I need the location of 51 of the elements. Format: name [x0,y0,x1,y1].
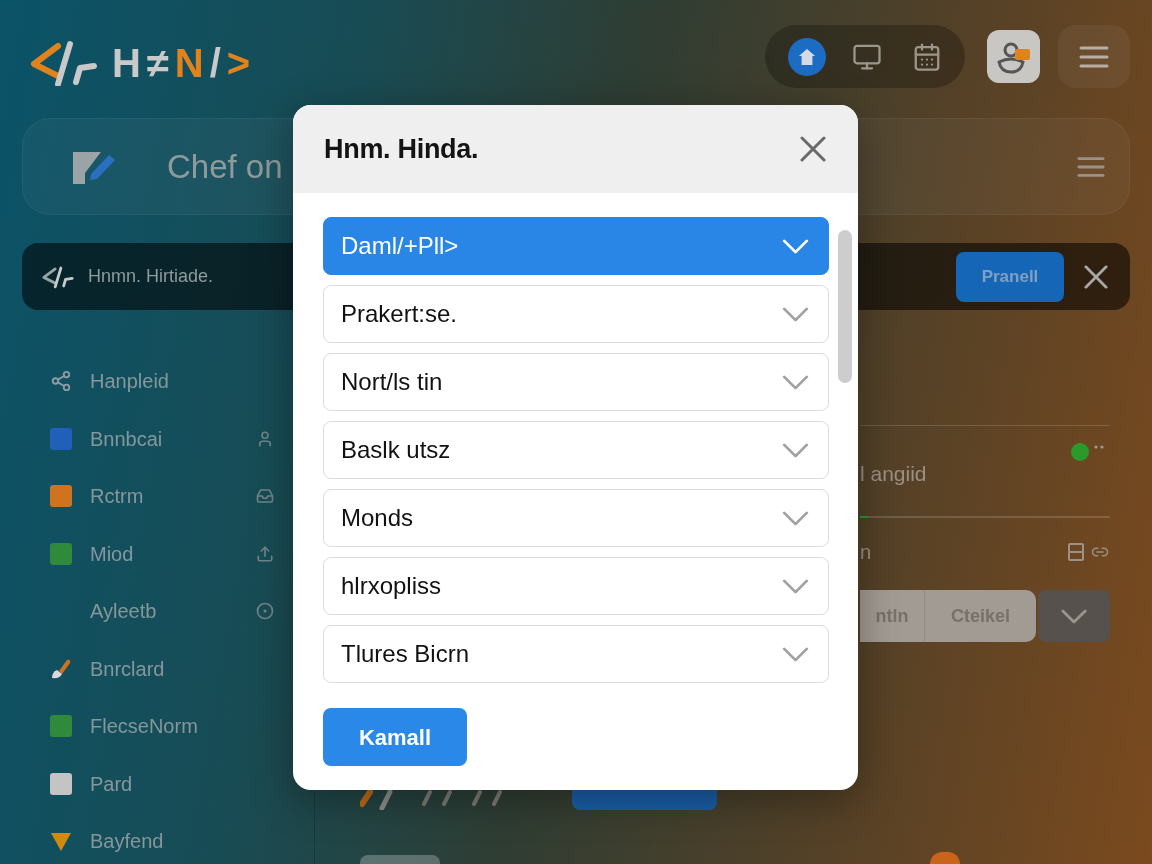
sidebar-item[interactable]: FlecseNorm [90,711,198,741]
chevron-down-icon [782,646,809,662]
profile-button[interactable] [987,30,1040,83]
close-icon[interactable] [800,136,826,162]
share-icon [50,370,72,392]
dialog-title: Hnm. Hinda. [324,132,479,166]
chevron-down-icon [782,306,809,322]
action-button[interactable]: Pranell [956,251,1064,302]
row-label: n [860,542,872,562]
sidebar-item[interactable]: Rctrm [90,481,144,511]
option-row[interactable]: Baslk utsz [323,421,829,479]
sidebar-item[interactable]: Bnrclard [90,653,165,684]
sidebar-item[interactable]: Pard [90,768,133,799]
logo-icon [42,264,75,289]
chevron-down-icon [782,238,809,254]
menu-icon [1079,44,1109,69]
notice-text: Hnmn. Hirtiade. [88,265,214,288]
target-icon [256,602,274,620]
menu-icon[interactable] [1077,154,1105,179]
chevron-down-icon [782,442,809,458]
sidebar-item[interactable]: Ayleetb [90,596,157,626]
page-title: Chef on [167,146,283,187]
inbox-icon [256,487,274,505]
sidebar-item[interactable]: Bnnbcai [90,423,163,454]
person-icon [256,429,274,448]
option-row[interactable]: Nort/ls tin [323,353,829,411]
calendar-icon [912,41,942,72]
action-button[interactable]: Kamall [323,708,467,766]
status-text: l angiid [860,461,927,487]
menu-button[interactable] [1058,25,1130,88]
edit-icon [73,149,116,184]
panel-icon [1068,543,1084,561]
chevron-down-icon [782,578,809,594]
upload-icon [256,544,274,563]
home-icon [798,47,816,66]
option-row[interactable]: Monds [323,489,829,547]
close-icon[interactable] [1084,264,1108,289]
chevron-down-icon [782,510,809,526]
scrollbar-thumb[interactable] [838,230,852,383]
sidebar-item[interactable]: Hanpleid [90,366,169,396]
option-row[interactable]: Daml/+Pll> [323,217,829,275]
option-row[interactable]: hlrxopliss [323,557,829,615]
chevron-down-icon [1061,608,1087,624]
sidebar-item[interactable]: Bayfend [90,826,164,856]
option-row[interactable]: Prakert:se. [323,285,829,343]
logo-icon [30,40,100,86]
chevron-down-icon [782,374,809,390]
option-row[interactable]: Tlures Bicrn [323,625,829,683]
logo-text: H≠N/> [112,40,257,86]
toolbar-button[interactable] [788,37,826,76]
sidebar-item[interactable]: Miod [90,538,134,569]
